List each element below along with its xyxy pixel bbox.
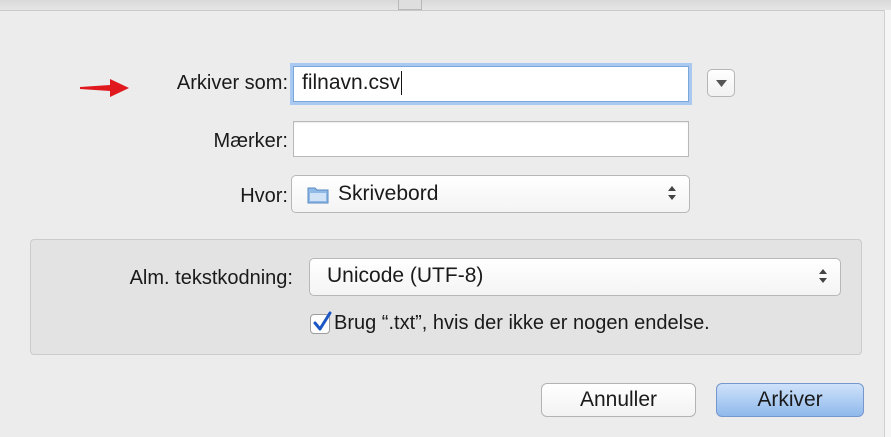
window-notch bbox=[398, 0, 422, 10]
save-dialog: Arkiver som: filnavn.csv Mærker: Hvor: S… bbox=[0, 0, 891, 437]
save-button[interactable]: Arkiver bbox=[716, 383, 864, 417]
options-panel bbox=[30, 239, 862, 355]
stepper-icon bbox=[819, 269, 827, 283]
filename-field[interactable]: filnavn.csv bbox=[293, 66, 689, 102]
encoding-label: Alm. tekstkodning: bbox=[129, 267, 293, 289]
where-popup[interactable]: Skrivebord bbox=[291, 175, 690, 213]
cancel-button[interactable]: Annuller bbox=[541, 383, 696, 417]
red-arrow-icon bbox=[80, 79, 129, 97]
tags-field[interactable] bbox=[293, 121, 689, 157]
where-label: Hvor: bbox=[240, 185, 288, 207]
folder-icon bbox=[307, 187, 329, 204]
checkmark-icon bbox=[313, 311, 332, 331]
txt-checkbox-label[interactable]: Brug “.txt”, hvis der ikke er nogen ende… bbox=[334, 312, 710, 335]
window-edge bbox=[884, 10, 891, 437]
save-as-label: Arkiver som: bbox=[176, 72, 288, 94]
txt-checkbox[interactable] bbox=[310, 311, 332, 334]
expand-button[interactable] bbox=[707, 69, 735, 97]
filename-value: filnavn.csv bbox=[302, 71, 401, 94]
stepper-icon bbox=[668, 186, 676, 200]
encoding-popup[interactable]: Unicode (UTF-8) bbox=[309, 258, 841, 296]
where-value: Skrivebord bbox=[338, 182, 439, 205]
text-caret bbox=[401, 71, 403, 96]
chevron-down-icon bbox=[716, 80, 727, 87]
encoding-value: Unicode (UTF-8) bbox=[327, 264, 484, 287]
tags-label: Mærker: bbox=[213, 130, 288, 152]
title-strip bbox=[0, 0, 891, 11]
